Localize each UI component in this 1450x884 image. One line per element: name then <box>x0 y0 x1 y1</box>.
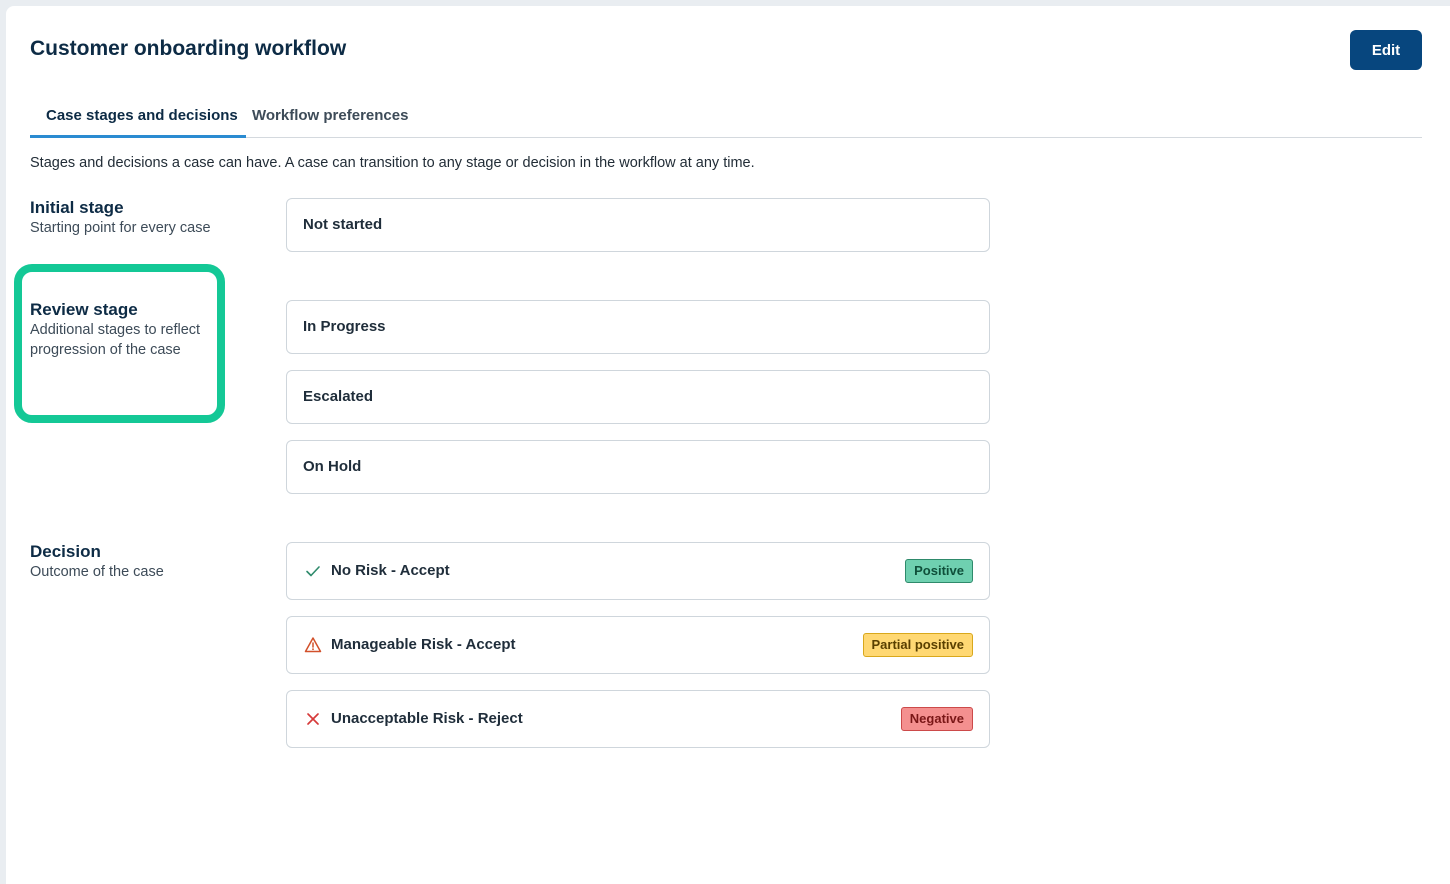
decision-title: Decision <box>30 542 101 561</box>
tab-bar: Case stages and decisions Workflow prefe… <box>30 96 1422 138</box>
review-stage-title: Review stage <box>30 300 138 319</box>
status-badge-negative: Negative <box>900 707 973 731</box>
warning-icon <box>303 635 323 655</box>
status-badge-positive: Positive <box>905 559 973 583</box>
stage-on-hold: On Hold <box>286 440 990 494</box>
initial-stage-subtitle: Starting point for every case <box>30 220 211 236</box>
decision-no-risk-accept: No Risk - Accept Positive <box>286 542 990 600</box>
page-title: Customer onboarding workflow <box>30 37 347 60</box>
stage-in-progress: In Progress <box>286 300 990 354</box>
decision-unacceptable-risk-reject: Unacceptable Risk - Reject Negative <box>286 690 990 748</box>
decision-manageable-risk-accept: Manageable Risk - Accept Partial positiv… <box>286 616 990 674</box>
x-icon <box>303 709 323 729</box>
decision-label: No Risk - Accept <box>331 562 450 579</box>
tab-case-stages-and-decisions[interactable]: Case stages and decisions <box>30 96 246 138</box>
review-stage-subtitle-line1: Additional stages to reflect <box>30 322 201 338</box>
edit-button[interactable]: Edit <box>1350 30 1422 70</box>
tab-workflow-preferences[interactable]: Workflow preferences <box>252 96 408 138</box>
intro-text: Stages and decisions a case can have. A … <box>30 155 755 171</box>
workflow-panel: Customer onboarding workflow Edit Case s… <box>6 6 1450 884</box>
decision-subtitle: Outcome of the case <box>30 564 164 580</box>
stage-escalated: Escalated <box>286 370 990 424</box>
stage-not-started: Not started <box>286 198 990 252</box>
review-stage-subtitle-line2: progression of the case <box>30 342 181 358</box>
status-badge-partial-positive: Partial positive <box>862 633 973 657</box>
check-icon <box>303 561 323 581</box>
initial-stage-title: Initial stage <box>30 198 124 217</box>
decision-label: Unacceptable Risk - Reject <box>331 710 523 727</box>
decision-label: Manageable Risk - Accept <box>331 636 516 653</box>
